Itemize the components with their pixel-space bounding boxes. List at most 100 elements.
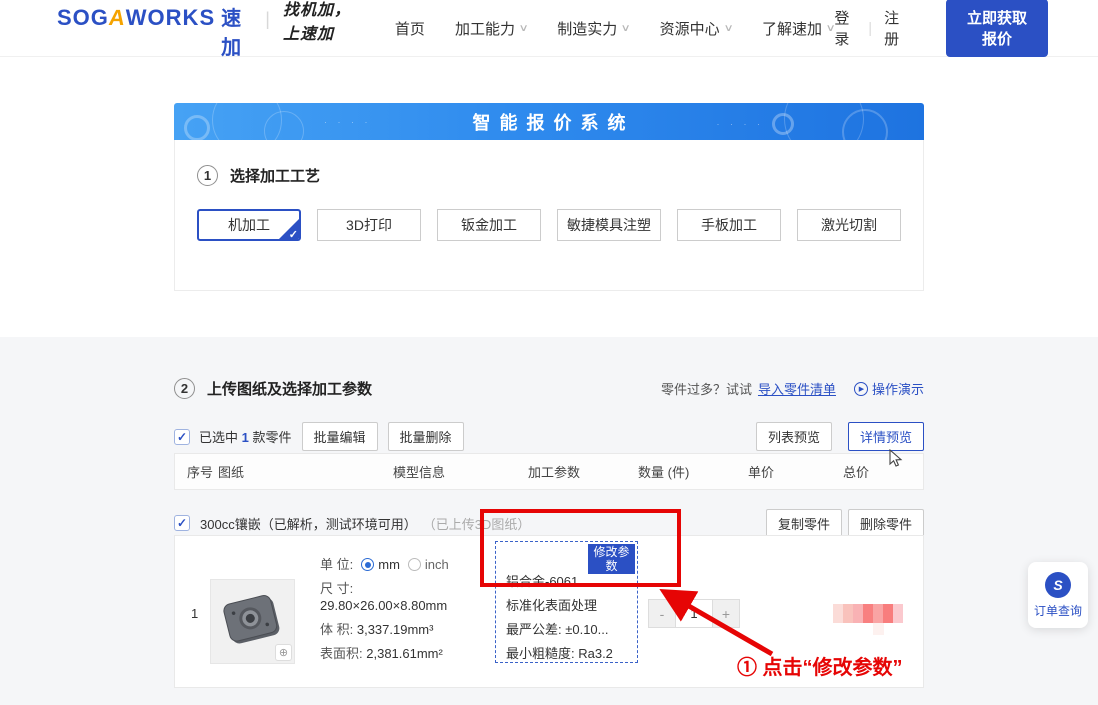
banner-decoration: · · · · [717, 119, 765, 129]
delete-part-button[interactable]: 删除零件 [848, 509, 924, 538]
tab-3d-printing[interactable]: 3D打印 [317, 209, 421, 241]
batch-delete-button[interactable]: 批量删除 [388, 422, 464, 451]
get-quote-button[interactable]: 立即获取报价 [946, 0, 1048, 57]
col-quantity: 数量 (件) [638, 462, 748, 481]
too-many-parts-hint: 零件过多？试试 [661, 379, 752, 398]
price-redacted-mosaic [873, 623, 884, 635]
unit-mm-label: mm [378, 557, 400, 572]
main-nav: 首页 加工能力∨ 制造实力∨ 资源中心∨ 了解速加∨ [395, 18, 834, 39]
detail-preview-button[interactable]: 详情预览 [848, 422, 924, 451]
part-row-actions: 复制零件 删除零件 [766, 509, 924, 538]
step2-right-links: 零件过多？试试 导入零件清单 ▶ 操作演示 [661, 379, 924, 398]
param-roughness: 最小粗糙度: Ra3.2 [506, 647, 613, 661]
model-info: 单 位:mminch 尺 寸: 29.80×26.00×8.80mm 体 积: … [320, 556, 490, 669]
volume-value: 3,337.19mm³ [357, 622, 434, 637]
banner-decoration [184, 115, 210, 140]
order-icon: S [1045, 572, 1071, 598]
brand-tagline-wrap: | 找机加，上速加 [265, 0, 359, 44]
selection-controls: ✓ 已选中 1 款零件 批量编辑 批量删除 列表预览 详情预览 [174, 422, 924, 451]
annotation-text: ① 点击“修改参数” [737, 651, 903, 680]
banner-decoration [772, 113, 794, 135]
copy-part-button[interactable]: 复制零件 [766, 509, 842, 538]
step1-header: 1 选择加工工艺 [197, 165, 901, 186]
auth-area: 登录 | 注册 立即获取报价 [834, 0, 1048, 57]
quote-system-card: · · · · · · · · 智能报价系统 1 选择加工工艺 机加工 ✓ 3D… [174, 103, 924, 291]
top-navigation-bar: SOGAWORKS 速加 | 找机加，上速加 首页 加工能力∨ 制造实力∨ 资源… [0, 0, 1098, 57]
page: SOGAWORKS 速加 | 找机加，上速加 首页 加工能力∨ 制造实力∨ 资源… [0, 0, 1098, 705]
banner-decoration: · · · · [324, 117, 372, 127]
part-thumbnail[interactable]: ⊕ [210, 579, 295, 664]
step2-number: 2 [174, 378, 195, 399]
banner-decoration [264, 111, 304, 140]
col-model-info: 模型信息 [393, 462, 528, 481]
tab-cnc-machining[interactable]: 机加工 ✓ [197, 209, 301, 241]
logo-text-cn: 速加 [221, 2, 251, 60]
nav-item-manufacturing[interactable]: 制造实力∨ [557, 18, 629, 39]
step2-header: 2 上传图纸及选择加工参数 零件过多？试试 导入零件清单 ▶ 操作演示 [174, 378, 924, 399]
selected-count-text: 已选中 1 款零件 [199, 427, 292, 446]
param-surface: 标准化表面处理 [506, 599, 613, 613]
unit-inch-label: inch [425, 557, 449, 572]
import-parts-link[interactable]: 导入零件清单 [758, 379, 836, 398]
price-redacted-mosaic [833, 604, 903, 623]
list-preview-button[interactable]: 列表预览 [756, 422, 832, 451]
order-inquiry-widget[interactable]: S 订单查询 [1028, 562, 1088, 628]
col-parameters: 加工参数 [528, 462, 638, 481]
area-value: 2,381.61mm² [366, 646, 443, 661]
order-inquiry-label: 订单查询 [1034, 602, 1082, 619]
check-icon: ✓ [177, 430, 187, 444]
step1-title: 选择加工工艺 [230, 165, 320, 186]
demo-link[interactable]: ▶ 操作演示 [854, 379, 924, 398]
play-icon: ▶ [854, 382, 868, 396]
col-index: 序号 [175, 462, 218, 481]
parts-table-header: 序号 图纸 模型信息 加工参数 数量 (件) 单价 总价 [174, 453, 924, 490]
nav-item-about[interactable]: 了解速加∨ [762, 18, 834, 39]
nav-item-home[interactable]: 首页 [395, 18, 425, 39]
logo-text-sog: SOG [57, 5, 109, 31]
tab-injection-molding[interactable]: 敏捷模具注塑 [557, 209, 661, 241]
part-checkbox[interactable]: ✓ [174, 515, 190, 531]
brand-logo[interactable]: SOGAWORKS 速加 | 找机加，上速加 [57, 0, 359, 60]
area-row: 表面积: 2,381.61mm² [320, 645, 490, 662]
tab-sheet-metal[interactable]: 钣金加工 [437, 209, 541, 241]
step2-title-row: 2 上传图纸及选择加工参数 [174, 378, 372, 399]
brand-tagline: 找机加，上速加 [283, 0, 359, 44]
divider: | [868, 20, 872, 37]
register-link[interactable]: 注册 [884, 7, 906, 49]
logo-letter-a-icon: A [107, 5, 128, 31]
radio-inch[interactable] [408, 558, 421, 571]
col-unit-price: 单价 [748, 462, 843, 481]
size-value: 29.80×26.00×8.80mm [320, 598, 447, 613]
chevron-down-icon: ∨ [621, 23, 631, 34]
batch-edit-button[interactable]: 批量编辑 [302, 422, 378, 451]
nav-item-resources[interactable]: 资源中心∨ [660, 18, 732, 39]
select-all-checkbox[interactable]: ✓ [174, 429, 190, 445]
radio-mm[interactable] [361, 558, 374, 571]
part-name: 300cc镶嵌（已解析，测试环境可用） [200, 514, 417, 533]
col-drawing: 图纸 [218, 462, 393, 481]
check-icon: ✓ [177, 516, 187, 530]
step2-title: 上传图纸及选择加工参数 [207, 378, 372, 399]
demo-label: 操作演示 [872, 379, 924, 398]
unit-row: 单 位:mminch [320, 556, 490, 573]
selected-count-number: 1 [242, 430, 249, 445]
part-index: 1 [191, 606, 198, 621]
login-link[interactable]: 登录 [834, 7, 856, 49]
tab-prototype[interactable]: 手板加工 [677, 209, 781, 241]
process-tabs: 机加工 ✓ 3D打印 钣金加工 敏捷模具注塑 手板加工 激光切割 [197, 209, 901, 241]
param-tolerance: 最严公差: ±0.10... [506, 623, 613, 637]
banner-title: 智能报价系统 [464, 109, 635, 135]
logo-text-works: WORKS [126, 5, 215, 31]
tab-laser-cutting[interactable]: 激光切割 [797, 209, 901, 241]
preview-toggle-group: 列表预览 详情预览 [746, 422, 924, 451]
zoom-magnifier-icon[interactable]: ⊕ [275, 644, 292, 661]
divider: | [265, 9, 271, 30]
chevron-down-icon: ∨ [826, 23, 836, 34]
chevron-down-icon: ∨ [723, 23, 733, 34]
check-icon: ✓ [289, 228, 298, 241]
size-row: 尺 寸: 29.80×26.00×8.80mm [320, 580, 490, 614]
banner: · · · · · · · · 智能报价系统 [174, 103, 924, 140]
nav-item-capabilities[interactable]: 加工能力∨ [455, 18, 527, 39]
param-list: 铝合金-6061 标准化表面处理 最严公差: ±0.10... 最小粗糙度: R… [506, 575, 613, 671]
col-total-price: 总价 [843, 462, 869, 481]
